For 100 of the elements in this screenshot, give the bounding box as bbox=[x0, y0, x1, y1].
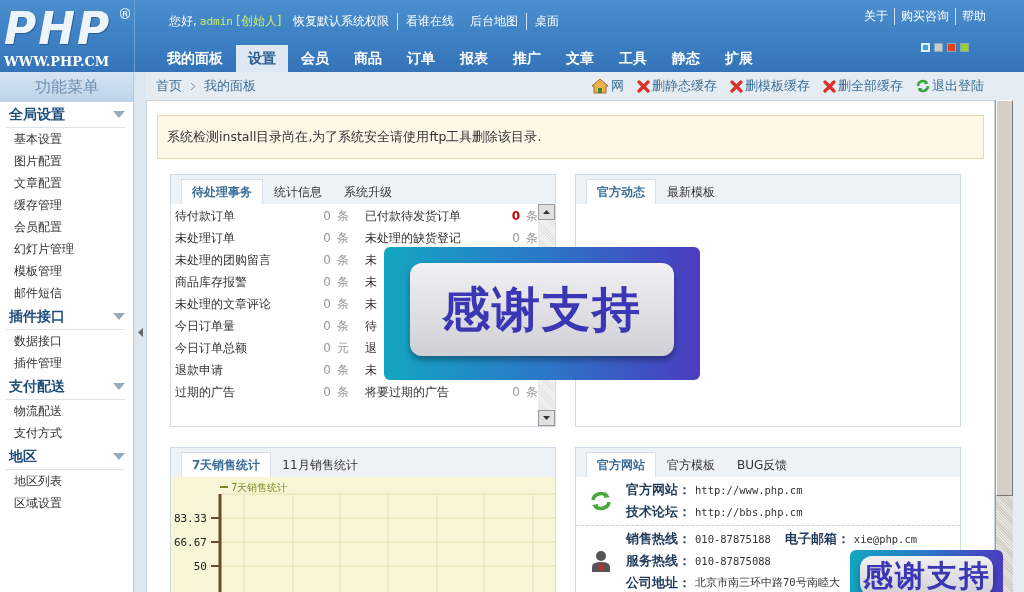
header-link[interactable]: 帮助 bbox=[955, 7, 992, 25]
task-unit: 元 bbox=[336, 339, 350, 357]
nav-tab[interactable]: 订单 bbox=[395, 45, 447, 72]
task-count: 0 bbox=[322, 209, 332, 223]
caret-icon[interactable] bbox=[113, 453, 125, 460]
menu-item[interactable]: 模板管理 bbox=[0, 260, 133, 282]
caret-icon[interactable] bbox=[113, 313, 125, 320]
tab[interactable]: 官方网站 bbox=[586, 452, 656, 477]
tab[interactable]: 系统升级 bbox=[333, 179, 403, 204]
nav-tab[interactable]: 报表 bbox=[448, 45, 500, 72]
task-label: 过期的广告 bbox=[175, 383, 236, 401]
menu-group-title[interactable]: 地区 bbox=[6, 447, 37, 466]
info-value: http://bbs.php.cm bbox=[695, 506, 803, 518]
user-role: [创始人] bbox=[235, 12, 282, 30]
menu-item[interactable]: 插件管理 bbox=[0, 352, 133, 374]
header-link[interactable]: 看谁在线 bbox=[398, 12, 463, 30]
menu-item[interactable]: 基本设置 bbox=[0, 128, 133, 150]
nav-tab[interactable]: 工具 bbox=[607, 45, 659, 72]
toolbar-link[interactable]: 网 bbox=[591, 77, 624, 95]
nav-tab[interactable]: 会员 bbox=[289, 45, 341, 72]
tab[interactable]: 11月销售统计 bbox=[271, 452, 369, 477]
task-label: 今日订单量 bbox=[175, 317, 236, 335]
tab[interactable]: 官方模板 bbox=[656, 452, 726, 477]
caret-icon[interactable] bbox=[113, 111, 125, 118]
menu-item[interactable]: 邮件短信 bbox=[0, 282, 133, 304]
menu-item[interactable]: 地区列表 bbox=[0, 470, 133, 492]
task-count: 0 bbox=[510, 209, 522, 223]
nav-tab[interactable]: 设置 bbox=[236, 45, 288, 72]
collapse-icon[interactable] bbox=[137, 327, 143, 337]
tab[interactable]: 统计信息 bbox=[263, 179, 333, 204]
task-count: 0 bbox=[322, 385, 332, 399]
task-label: 未 bbox=[365, 273, 378, 291]
info-value: 010-87875088 bbox=[695, 555, 771, 567]
tab[interactable]: 官方动态 bbox=[586, 179, 656, 204]
menu-group-title[interactable]: 全局设置 bbox=[6, 105, 65, 124]
menu-group-title[interactable]: 插件接口 bbox=[6, 307, 65, 326]
task-count: 0 bbox=[322, 231, 332, 245]
header-link[interactable]: 购买咨询 bbox=[894, 7, 955, 25]
scroll-up-button[interactable] bbox=[538, 204, 555, 220]
nav-tab[interactable]: 推广 bbox=[501, 45, 553, 72]
caret-icon[interactable] bbox=[113, 383, 125, 390]
header-link[interactable]: 后台地图 bbox=[462, 12, 528, 30]
task-unit: 条 bbox=[525, 383, 538, 401]
menu-item[interactable]: 物流配送 bbox=[0, 400, 133, 422]
menu-item[interactable]: 幻灯片管理 bbox=[0, 238, 133, 260]
toolbar-link[interactable]: 退出登陆 bbox=[916, 77, 984, 95]
nav-tab[interactable]: 我的面板 bbox=[155, 45, 235, 72]
header-link[interactable]: 桌面 bbox=[527, 12, 568, 30]
menu-group-title[interactable]: 支付配送 bbox=[6, 377, 65, 396]
menu-item[interactable]: 区域设置 bbox=[0, 492, 133, 514]
menu-item[interactable]: 支付方式 bbox=[0, 422, 133, 444]
menu-item[interactable]: 图片配置 bbox=[0, 150, 133, 172]
tab[interactable]: 7天销售统计 bbox=[181, 452, 272, 477]
info-label: 官方网站： bbox=[626, 481, 691, 499]
tab[interactable]: 待处理事务 bbox=[181, 179, 263, 204]
theme-swatch[interactable] bbox=[934, 43, 943, 52]
header-link[interactable]: 恢复默认系统权限 bbox=[285, 12, 399, 30]
info-value: xie@php.cm bbox=[853, 533, 918, 545]
toolbar-link[interactable]: 删模板缓存 bbox=[730, 77, 810, 95]
task-label: 退 bbox=[365, 339, 378, 357]
task-unit: 条 bbox=[336, 361, 350, 379]
menu-item[interactable]: 数据接口 bbox=[0, 330, 133, 352]
person-icon bbox=[591, 550, 611, 572]
tab[interactable]: 最新模板 bbox=[656, 179, 726, 204]
registered-mark: ® bbox=[118, 6, 132, 22]
task-count: 0 bbox=[322, 319, 332, 333]
sidebar-title: 功能菜单 bbox=[0, 72, 133, 102]
task-label: 未处理的缺货登记 bbox=[365, 229, 462, 247]
info-label: 公司地址： bbox=[626, 574, 691, 592]
user-name: admin bbox=[199, 14, 233, 28]
menu-item[interactable]: 缓存管理 bbox=[0, 194, 133, 216]
task-count: 0 bbox=[322, 297, 332, 311]
thanks-dialog[interactable]: 感谢支持 bbox=[384, 247, 700, 380]
toolbar-link[interactable]: 删全部缓存 bbox=[823, 77, 903, 95]
menu-item[interactable]: 文章配置 bbox=[0, 172, 133, 194]
toolbar-link[interactable]: 删静态缓存 bbox=[637, 77, 717, 95]
close-icon bbox=[637, 79, 650, 93]
info-label: 服务热线： bbox=[626, 552, 691, 570]
caret-icon bbox=[543, 416, 550, 420]
task-label: 未处理的文章评论 bbox=[175, 295, 272, 313]
nav-tab[interactable]: 静态 bbox=[660, 45, 712, 72]
breadcrumb-current[interactable]: 我的面板 bbox=[204, 77, 256, 95]
tab[interactable]: BUG反馈 bbox=[726, 452, 799, 477]
breadcrumb-link[interactable]: 首页 bbox=[156, 77, 182, 95]
task-label: 待付款订单 bbox=[175, 207, 236, 225]
task-label: 未 bbox=[365, 251, 378, 269]
info-value: 北京市南三环中路70号南睦大 bbox=[695, 576, 840, 590]
nav-tab[interactable]: 文章 bbox=[554, 45, 606, 72]
header-link[interactable]: 关于 bbox=[858, 7, 894, 25]
close-icon bbox=[823, 79, 836, 93]
nav-tab[interactable]: 扩展 bbox=[713, 45, 765, 72]
task-unit: 条 bbox=[336, 207, 350, 225]
nav-tab[interactable]: 商品 bbox=[342, 45, 394, 72]
theme-swatch[interactable] bbox=[947, 43, 956, 52]
info-label: 技术论坛： bbox=[626, 503, 691, 521]
task-count: 0 bbox=[511, 231, 521, 245]
scroll-down-button[interactable] bbox=[538, 410, 555, 426]
theme-swatch[interactable] bbox=[960, 43, 969, 52]
menu-item[interactable]: 会员配置 bbox=[0, 216, 133, 238]
thanks-dialog[interactable]: 感谢支持 bbox=[850, 550, 1003, 592]
